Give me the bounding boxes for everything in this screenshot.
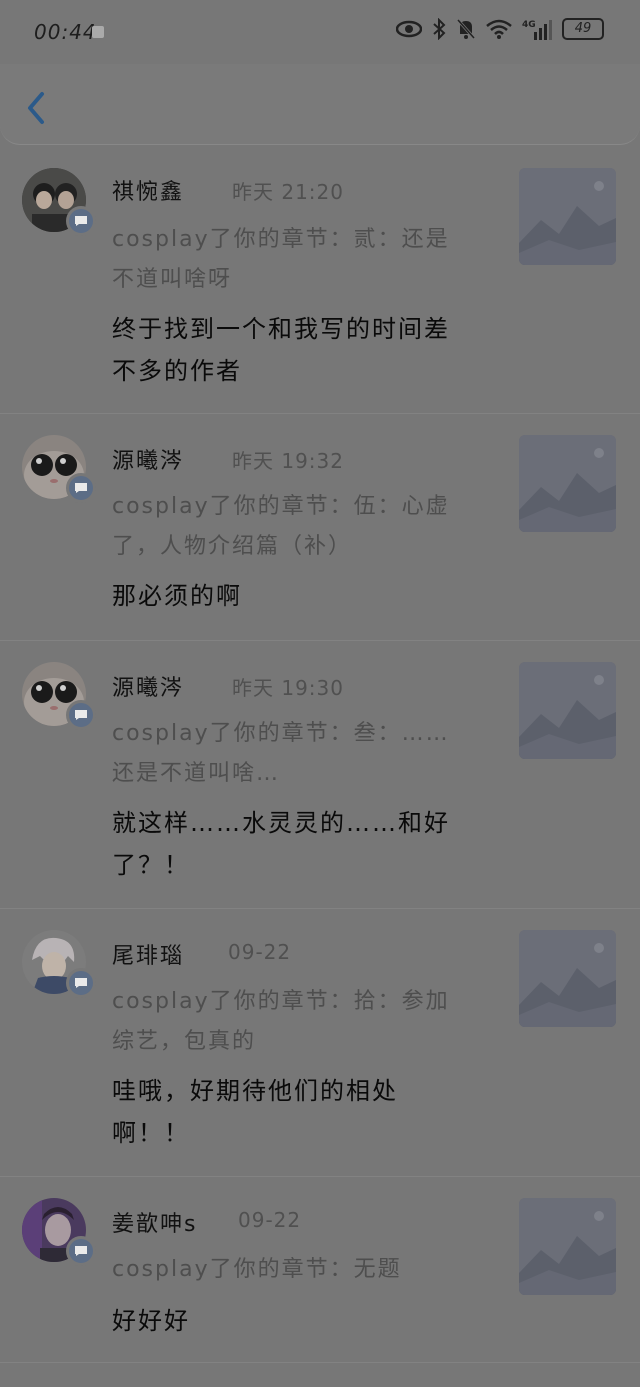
chapter-thumbnail[interactable] [519, 1198, 616, 1295]
sim-icon [92, 26, 104, 38]
bluetooth-icon [433, 18, 446, 40]
chapter-context[interactable]: cosplay了你的章节：叁：……还是不道叫啥… [112, 714, 457, 794]
user-name[interactable]: 尾琲瑙 [112, 938, 184, 970]
status-icons: 4G 49 [396, 18, 604, 40]
timestamp: 昨天 21:20 [232, 180, 344, 204]
list-item[interactable]: 源曦涔 昨天 19:30 cosplay了你的章节：叁：……还是不道叫啥… 就这… [0, 640, 640, 909]
list-item[interactable]: 尾琲瑙 09-22 cosplay了你的章节：拾：参加综艺，包真的 哇哦，好期待… [0, 908, 640, 1177]
chapter-context[interactable]: cosplay了你的章节：拾：参加综艺，包真的 [112, 982, 472, 1062]
comment-text: 哇哦，好期待他们的相处啊！！ [112, 1077, 398, 1147]
battery-icon: 49 [562, 18, 604, 40]
comment-badge-icon [66, 968, 96, 998]
comment-badge-icon [66, 700, 96, 730]
comment-text: 终于找到一个和我写的时间差不多的作者 [112, 315, 450, 385]
list-item[interactable]: 源曦涔 昨天 19:32 cosplay了你的章节：伍：心虚了，人物介绍篇（补）… [0, 413, 640, 641]
eye-icon [396, 20, 422, 38]
timestamp: 09-22 [228, 940, 292, 964]
chevron-left-icon [28, 92, 44, 124]
chapter-thumbnail[interactable] [519, 435, 616, 532]
user-name[interactable]: 姜歆呻s [112, 1206, 197, 1238]
list-item[interactable]: 姜歆呻s 09-22 cosplay了你的章节：无题 好好好 [0, 1176, 640, 1363]
user-name[interactable]: 源曦涔 [112, 670, 184, 702]
list-item[interactable]: 祺惋鑫 昨天 21:20 cosplay了你的章节：贰：还是不道叫啥呀 终于找到… [0, 144, 640, 414]
chapter-context[interactable]: cosplay了你的章节：贰：还是不道叫啥呀 [112, 220, 472, 300]
status-time: 00:44 [34, 20, 97, 44]
timestamp: 09-22 [238, 1208, 302, 1232]
chapter-context[interactable]: cosplay了你的章节：伍：心虚了，人物介绍篇（补） [112, 487, 472, 567]
svg-text:4G: 4G [522, 20, 536, 30]
comment-text: 就这样……水灵灵的……和好了？！ [112, 809, 450, 879]
back-button[interactable] [22, 90, 50, 126]
header [0, 64, 640, 145]
chapter-thumbnail[interactable] [519, 930, 616, 1027]
status-bar: 00:44 4G 49 [0, 0, 640, 64]
user-name[interactable]: 祺惋鑫 [112, 174, 184, 206]
chapter-thumbnail[interactable] [519, 662, 616, 759]
signal-4g-icon: 4G [522, 20, 552, 40]
chapter-thumbnail[interactable] [519, 168, 616, 265]
comment-text: 好好好 [112, 1307, 190, 1335]
comment-text: 那必须的啊 [112, 582, 242, 610]
wifi-icon [486, 19, 512, 39]
comment-badge-icon [66, 206, 96, 236]
mute-bell-icon [456, 19, 476, 39]
chapter-context[interactable]: cosplay了你的章节：无题 [112, 1250, 472, 1290]
comment-badge-icon [66, 1236, 96, 1266]
timestamp: 昨天 19:32 [232, 449, 344, 473]
timestamp: 昨天 19:30 [232, 676, 344, 700]
user-name[interactable]: 源曦涔 [112, 443, 184, 475]
comment-badge-icon [66, 473, 96, 503]
